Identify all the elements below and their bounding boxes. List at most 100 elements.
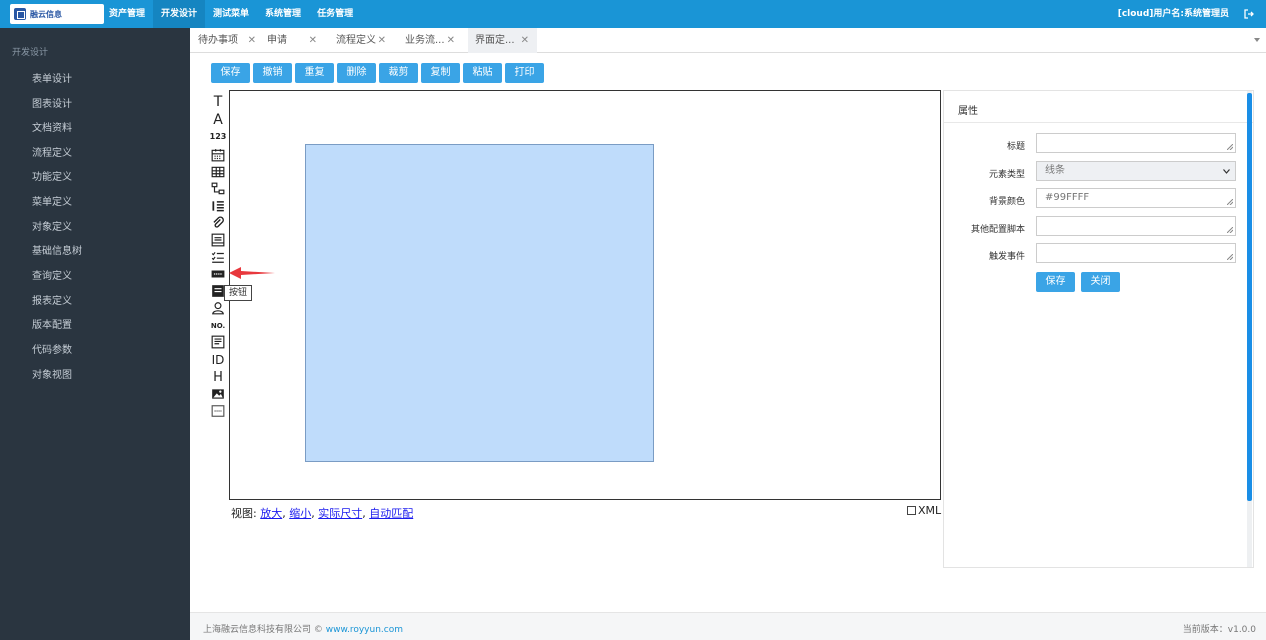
resize-handle-icon[interactable]: [1227, 199, 1233, 205]
design-canvas[interactable]: [229, 90, 941, 500]
properties-header: 属性: [944, 91, 1253, 123]
sidebar-item-object-def[interactable]: 对象定义: [32, 218, 72, 233]
title-field[interactable]: [1036, 133, 1236, 153]
list-tool-icon[interactable]: [211, 199, 225, 213]
zoom-in-link[interactable]: 放大: [260, 507, 282, 520]
sidebar-item-menu-def[interactable]: 菜单定义: [32, 193, 72, 208]
red-arrow-annotation: [229, 267, 275, 279]
top-nav-system[interactable]: 系统管理: [257, 0, 309, 28]
label-tool-icon[interactable]: A: [211, 113, 225, 127]
toolbar: 保存 撤销 重复 删除 裁剪 复制 粘贴 打印: [211, 63, 544, 83]
close-icon[interactable]: ✕: [309, 28, 317, 53]
auto-fit-link[interactable]: 自动匹配: [369, 507, 413, 520]
properties-scrollbar[interactable]: [1247, 91, 1252, 567]
resize-handle-icon[interactable]: [1227, 227, 1233, 233]
textarea-tool-icon[interactable]: [211, 335, 225, 349]
panel-tool-icon[interactable]: [211, 284, 225, 298]
logout-icon[interactable]: [1244, 9, 1254, 19]
scrollbar-thumb[interactable]: [1247, 93, 1252, 501]
custom-tool-icon[interactable]: [211, 404, 225, 418]
properties-close-button[interactable]: 关闭: [1081, 272, 1120, 292]
sidebar-item-form-design[interactable]: 表单设计: [32, 70, 72, 85]
xml-label: XML: [918, 504, 942, 517]
xml-checkbox[interactable]: [907, 506, 916, 515]
trigger-event-label: 触发事件: [988, 252, 1025, 262]
top-nav: 资产管理 开发设计 测试菜单 系统管理 任务管理: [101, 0, 361, 28]
sidebar-item-documents[interactable]: 文档资料: [32, 119, 72, 134]
resize-handle-icon[interactable]: [1227, 254, 1233, 260]
resize-handle-icon[interactable]: [1227, 144, 1233, 150]
attachment-tool-icon[interactable]: [211, 216, 225, 230]
footer-website-link[interactable]: www.royyun.com: [326, 625, 403, 635]
trigger-event-field[interactable]: [1036, 243, 1236, 263]
footer-version: 当前版本：v1.0.0: [1182, 625, 1256, 635]
heading-tool-icon[interactable]: H: [211, 371, 225, 385]
actual-size-link[interactable]: 实际尺寸: [318, 507, 362, 520]
sidebar-item-query-def[interactable]: 查询定义: [32, 267, 72, 282]
redo-button[interactable]: 重复: [295, 63, 334, 83]
id-tool-icon[interactable]: ID: [211, 353, 225, 367]
cut-button[interactable]: 裁剪: [379, 63, 418, 83]
close-icon[interactable]: ✕: [447, 28, 455, 53]
tree-tool-icon[interactable]: [211, 182, 225, 196]
other-script-label: 其他配置脚本: [970, 225, 1025, 235]
tab-ui-def[interactable]: 界面定... ✕: [468, 28, 537, 53]
number-tool-icon[interactable]: 123: [210, 130, 227, 144]
bg-color-label: 背景颜色: [988, 197, 1025, 207]
tab-todo[interactable]: 待办事项 ✕: [198, 28, 264, 53]
sidebar-item-function-def[interactable]: 功能定义: [32, 168, 72, 183]
paste-button[interactable]: 粘贴: [463, 63, 502, 83]
sidebar-item-chart-design[interactable]: 图表设计: [32, 95, 72, 110]
close-icon[interactable]: ✕: [521, 28, 529, 53]
palette-tooltip: 按钮: [224, 285, 253, 301]
sidebar-item-object-view[interactable]: 对象视图: [32, 366, 72, 381]
undo-button[interactable]: 撤销: [253, 63, 292, 83]
tab-business-flow[interactable]: 业务流... ✕: [405, 28, 463, 53]
tab-label: 申请: [267, 35, 287, 46]
footer: 上海融云信息科技有限公司 © www.royyun.com 当前版本：v1.0.…: [190, 612, 1266, 640]
button-tool-icon[interactable]: [211, 267, 225, 281]
top-nav-dev-design[interactable]: 开发设计: [153, 0, 206, 28]
sidebar-item-basic-info-tree[interactable]: 基础信息树: [32, 242, 82, 257]
date-tool-icon[interactable]: [211, 148, 225, 162]
close-icon[interactable]: ✕: [378, 28, 386, 53]
other-script-field[interactable]: [1036, 216, 1236, 236]
chevron-down-icon[interactable]: [1254, 38, 1260, 42]
sidebar-item-code-params[interactable]: 代码参数: [32, 341, 72, 356]
close-icon[interactable]: ✕: [248, 28, 256, 53]
logo-icon: [14, 8, 26, 20]
text-tool-icon[interactable]: T: [211, 95, 225, 109]
sidebar-item-report-def[interactable]: 报表定义: [32, 292, 72, 307]
zoom-out-link[interactable]: 缩小: [289, 507, 311, 520]
user-tool-icon[interactable]: [211, 301, 225, 315]
bg-color-placeholder: #99FFFF: [1045, 192, 1090, 203]
checklist-tool-icon[interactable]: [211, 250, 225, 264]
print-button[interactable]: 打印: [505, 63, 544, 83]
form-tool-icon[interactable]: [211, 233, 225, 247]
logo[interactable]: 融云信息: [10, 4, 104, 24]
sidebar-item-process-def[interactable]: 流程定义: [32, 144, 72, 159]
tab-apply[interactable]: 申请 ✕: [267, 28, 325, 53]
top-nav-test-menu[interactable]: 测试菜单: [205, 0, 257, 28]
user-label[interactable]: [cloud]用户名:系统管理员: [1118, 0, 1229, 28]
element-type-select[interactable]: 线条: [1036, 161, 1236, 181]
properties-save-button[interactable]: 保存: [1036, 272, 1075, 292]
properties-panel: 属性 标题 元素类型 线条 背景颜色 #99FFFF 其他配置脚本 触发事件 保…: [943, 90, 1254, 568]
image-tool-icon[interactable]: [211, 387, 225, 401]
sidebar-item-version-config[interactable]: 版本配置: [32, 316, 72, 331]
table-tool-icon[interactable]: [211, 165, 225, 179]
tab-label: 流程定义: [336, 35, 376, 46]
xml-toggle[interactable]: XML: [907, 504, 941, 517]
top-nav-tasks[interactable]: 任务管理: [309, 0, 361, 28]
tab-process-def[interactable]: 流程定义 ✕: [336, 28, 394, 53]
top-nav-assets[interactable]: 资产管理: [101, 0, 153, 28]
bg-color-field[interactable]: #99FFFF: [1036, 188, 1236, 208]
delete-button[interactable]: 删除: [337, 63, 376, 83]
canvas-rectangle-element[interactable]: [305, 144, 654, 462]
save-button[interactable]: 保存: [211, 63, 250, 83]
serial-no-tool-icon[interactable]: NO.: [211, 319, 225, 333]
tab-bar: 待办事项 ✕ 申请 ✕ 流程定义 ✕ 业务流... ✕ 界面定... ✕: [190, 28, 1266, 53]
view-controls: 视图: 放大, 缩小, 实际尺寸, 自动匹配: [231, 505, 413, 521]
tab-label: 待办事项: [198, 35, 238, 46]
copy-button[interactable]: 复制: [421, 63, 460, 83]
